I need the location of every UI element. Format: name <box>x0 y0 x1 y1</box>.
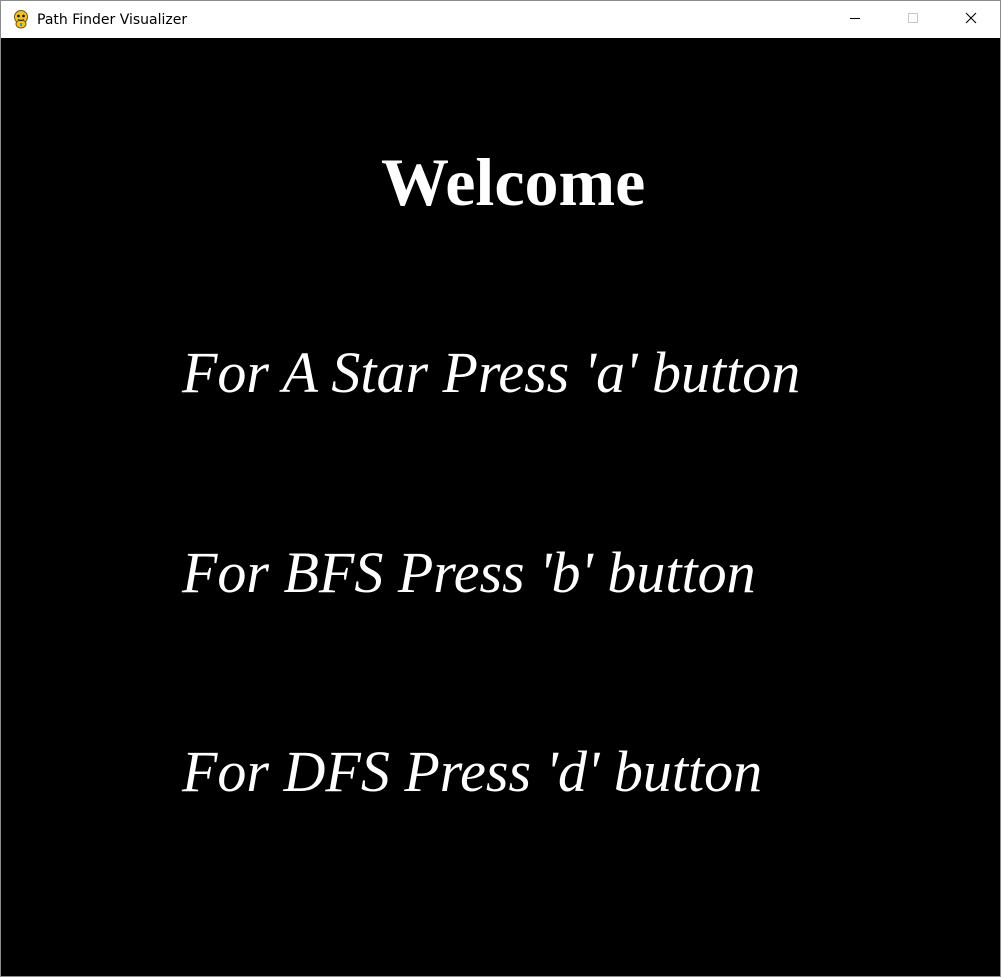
bfs-instruction: For BFS Press 'b' button <box>182 540 756 605</box>
close-icon <box>965 11 977 29</box>
app-window: Path Finder Visualizer Welcome For A Sta… <box>0 0 1001 977</box>
minimize-button[interactable] <box>826 1 884 38</box>
close-button[interactable] <box>942 1 1000 38</box>
minimize-icon <box>849 11 861 29</box>
astar-instruction: For A Star Press 'a' button <box>182 340 801 405</box>
pygame-snake-icon <box>12 9 30 29</box>
title-bar[interactable]: Path Finder Visualizer <box>1 1 1000 38</box>
game-canvas[interactable]: Welcome For A Star Press 'a' button For … <box>1 38 1000 976</box>
welcome-heading: Welcome <box>381 144 646 220</box>
dfs-instruction: For DFS Press 'd' button <box>182 739 763 804</box>
maximize-icon <box>907 11 919 29</box>
window-title: Path Finder Visualizer <box>37 12 188 28</box>
maximize-button[interactable] <box>884 1 942 38</box>
